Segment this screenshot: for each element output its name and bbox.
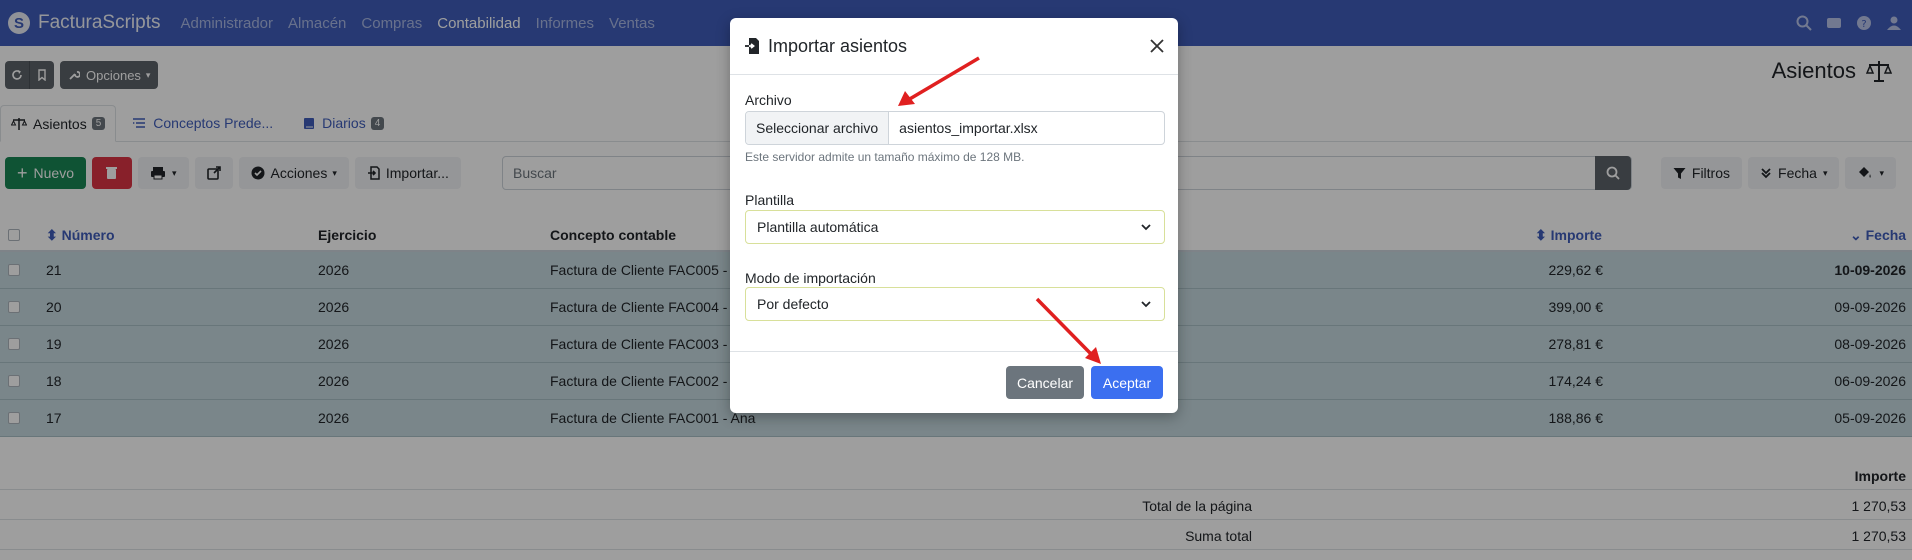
file-import-icon <box>745 38 759 54</box>
import-mode-select[interactable]: Por defecto <box>745 287 1165 321</box>
modal-footer: Cancelar Aceptar <box>730 351 1178 413</box>
template-select[interactable]: Plantilla automática <box>745 210 1165 244</box>
file-label: Archivo <box>745 92 792 108</box>
file-input[interactable]: Seleccionar archivo asientos_importar.xl… <box>745 111 1165 145</box>
template-label: Plantilla <box>745 192 795 208</box>
mode-value: Por defecto <box>757 296 829 312</box>
close-button[interactable] <box>1148 37 1166 55</box>
file-help-text: Este servidor admite un tamaño máximo de… <box>745 150 1025 164</box>
close-icon <box>1150 39 1164 53</box>
cancel-button[interactable]: Cancelar <box>1006 366 1084 399</box>
template-value: Plantilla automática <box>757 219 879 235</box>
chevron-down-icon <box>1141 301 1151 308</box>
import-modal: Importar asientos Archivo Seleccionar ar… <box>730 18 1178 413</box>
choose-file-button[interactable]: Seleccionar archivo <box>746 112 890 144</box>
accept-button[interactable]: Aceptar <box>1091 366 1163 399</box>
chevron-down-icon <box>1141 224 1151 231</box>
file-name: asientos_importar.xlsx <box>899 120 1038 136</box>
mode-label: Modo de importación <box>745 270 876 286</box>
modal-title: Importar asientos <box>768 35 908 56</box>
modal-header: Importar asientos <box>730 18 1178 75</box>
